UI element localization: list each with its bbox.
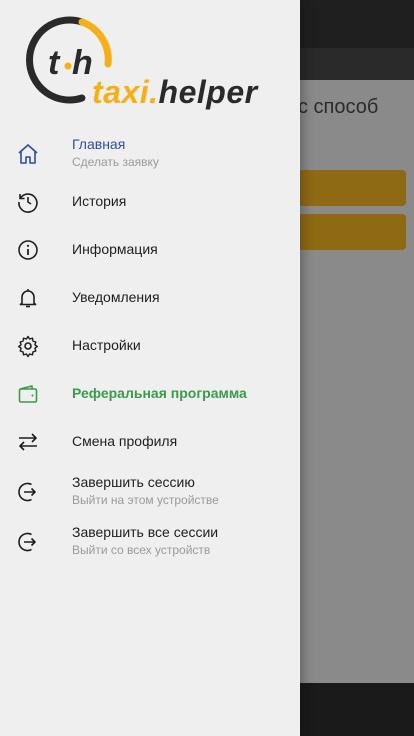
menu-item-logout-all[interactable]: Завершить все сессии Выйти со всех устро… [0, 518, 300, 564]
bell-icon [19, 289, 37, 308]
menu-item-label: Смена профиля [72, 433, 178, 449]
brand-name: taxi.helper [92, 74, 258, 110]
menu-item-label: Информация [72, 241, 158, 257]
swap-icon [19, 433, 37, 451]
menu-item-info[interactable]: Информация [0, 226, 300, 272]
menu-item-settings[interactable]: Настройки [0, 322, 300, 368]
menu-item-home[interactable]: Главная Сделать заявку [0, 130, 300, 176]
svg-text:h: h [72, 44, 93, 82]
svg-text:t: t [48, 44, 61, 82]
menu-item-label: Завершить все сессии [72, 524, 219, 540]
menu-item-label: Главная [72, 136, 126, 152]
menu-item-sublabel: Сделать заявку [72, 155, 159, 169]
menu-item-sublabel: Выйти со всех устройств [72, 543, 211, 557]
menu-item-history[interactable]: История [0, 178, 300, 224]
menu-item-referral[interactable]: Реферальная программа [0, 370, 300, 416]
menu-item-label: Уведомления [72, 289, 160, 305]
background-text: с способ [298, 96, 379, 118]
menu-item-label: Завершить сессию [72, 474, 195, 490]
wallet-icon [18, 385, 38, 403]
history-icon [18, 193, 38, 213]
home-icon [18, 144, 38, 164]
menu-item-notifications[interactable]: Уведомления [0, 274, 300, 320]
logout-icon [18, 482, 36, 502]
menu-item-label: Реферальная программа [72, 385, 247, 401]
menu-item-label: Настройки [72, 337, 141, 353]
info-icon [18, 240, 38, 260]
logout-all-icon [18, 532, 36, 552]
background-button-1 [298, 170, 406, 206]
menu-item-logout[interactable]: Завершить сессию Выйти на этом устройств… [0, 468, 300, 514]
navigation-drawer: t h taxi.helper Главная Сделать заявку И… [0, 0, 300, 736]
menu-item-switch-profile[interactable]: Смена профиля [0, 418, 300, 464]
app-logo: t h taxi.helper [20, 14, 282, 114]
gear-icon [18, 335, 38, 358]
menu-item-label: История [72, 193, 127, 209]
menu-item-sublabel: Выйти на этом устройстве [72, 493, 219, 507]
background-button-2 [298, 214, 406, 250]
